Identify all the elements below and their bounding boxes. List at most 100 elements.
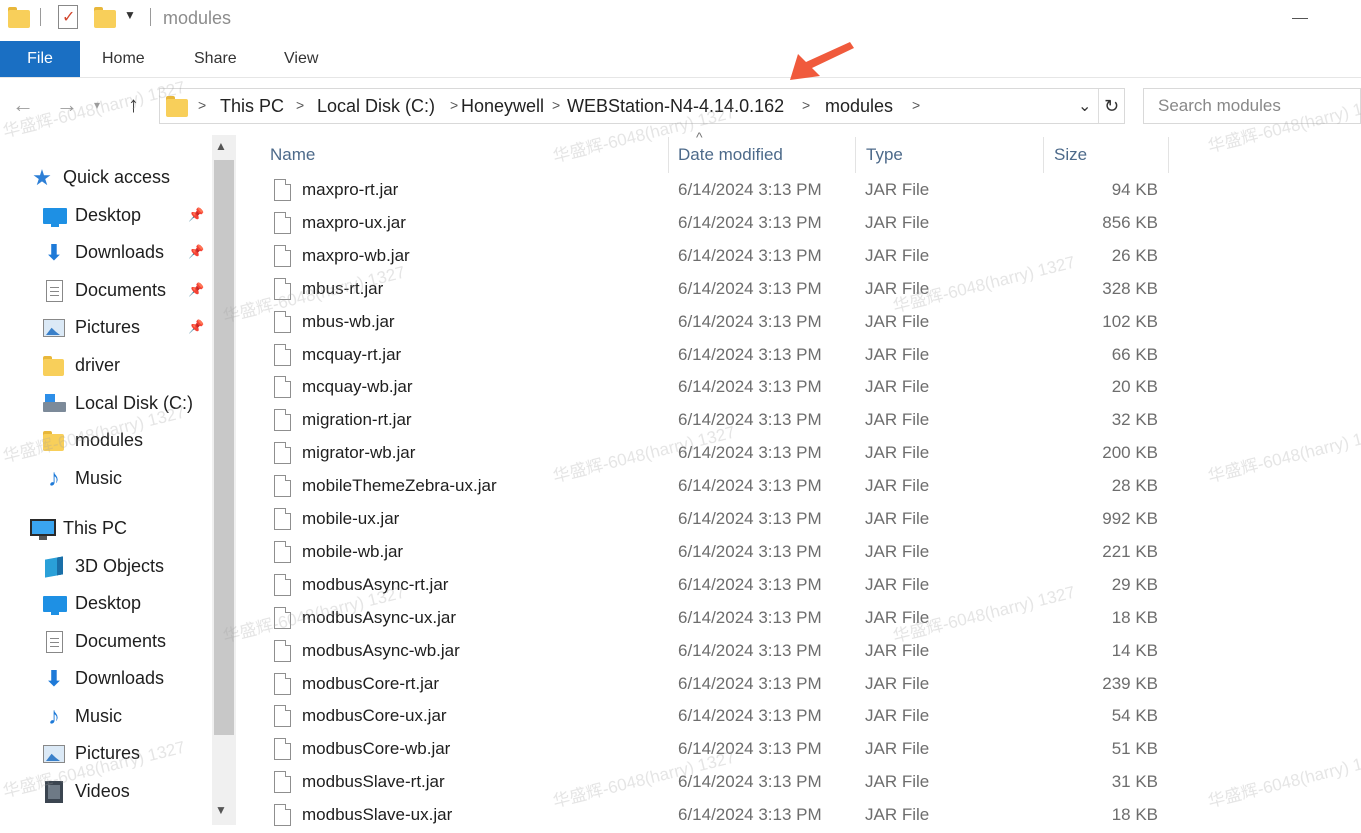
up-icon[interactable]: ↑ (128, 92, 139, 118)
file-row[interactable]: mobile-wb.jar 6/14/2024 3:13 PM JAR File 22… (240, 536, 1180, 569)
file-row[interactable]: modbusAsync-ux.jar 6/14/2024 3:13 PM JAR F… (240, 602, 1180, 635)
file-row[interactable]: mbus-wb.jar 6/14/2024 3:13 PM JAR File 102 … (240, 306, 1180, 339)
file-row[interactable]: mobileThemeZebra-ux.jar 6/14/2024 3:13 PM… (240, 470, 1180, 503)
watermark: 华盛辉-6048(harry) 1327 (1205, 747, 1361, 812)
file-row[interactable]: modbusSlave-ux.jar 6/14/2024 3:13 PM JAR F… (240, 799, 1180, 832)
quick-access-dropdown-icon[interactable]: ▼ (124, 8, 136, 22)
nav-scrollbar-thumb[interactable] (214, 160, 234, 735)
breadcrumb-honeywell[interactable]: Honeywell (461, 96, 544, 117)
file-row[interactable]: mobile-ux.jar 6/14/2024 3:13 PM JAR File 99… (240, 503, 1180, 536)
minimize-button[interactable] (1292, 18, 1308, 19)
file-row[interactable]: modbusCore-rt.jar 6/14/2024 3:13 PM JAR Fi… (240, 668, 1180, 701)
address-dropdown-icon[interactable]: ⌄ (1078, 96, 1091, 116)
back-icon[interactable]: ← (12, 92, 34, 118)
file-row[interactable]: modbusAsync-rt.jar 6/14/2024 3:13 PM JAR F… (240, 569, 1180, 602)
column-size[interactable]: Size (1054, 145, 1087, 165)
file-size: 102 KB (1102, 311, 1158, 331)
file-size: 51 KB (1111, 739, 1158, 759)
tab-view[interactable]: View (284, 41, 318, 77)
file-date: 6/14/2024 3:13 PM (678, 607, 822, 627)
file-name: mcquay-rt.jar (302, 344, 402, 364)
nav-label: Music (75, 706, 123, 726)
file-icon (274, 310, 291, 333)
title-bar: ▼ modules (0, 0, 1361, 40)
file-date: 6/14/2024 3:13 PM (678, 640, 822, 660)
file-row[interactable]: migration-rt.jar 6/14/2024 3:13 PM JAR Fil… (240, 404, 1180, 437)
file-row[interactable]: mcquay-rt.jar 6/14/2024 3:13 PM JAR File 66… (240, 339, 1180, 372)
file-type: JAR File (865, 706, 930, 726)
folder-icon (42, 429, 66, 453)
file-row[interactable]: modbusCore-wb.jar 6/14/2024 3:13 PM JAR Fi… (240, 733, 1180, 766)
file-name: modbusAsync-wb.jar (302, 640, 460, 660)
scroll-down-icon[interactable]: ▼ (215, 803, 227, 817)
file-size: 18 KB (1111, 805, 1158, 825)
search-box[interactable] (1143, 88, 1361, 124)
tab-file[interactable]: File (0, 41, 80, 77)
file-size: 94 KB (1111, 180, 1158, 199)
file-row[interactable]: migrator-wb.jar 6/14/2024 3:13 PM JAR File… (240, 437, 1180, 470)
column-divider[interactable] (1168, 137, 1169, 173)
properties-icon[interactable] (58, 5, 78, 29)
forward-icon[interactable]: → (56, 92, 78, 118)
music-icon: ♪ (48, 465, 60, 492)
nav-this-pc[interactable]: This PC (30, 514, 240, 544)
file-size: 32 KB (1111, 410, 1158, 430)
file-size: 18 KB (1111, 607, 1158, 627)
column-divider[interactable] (1043, 137, 1044, 173)
file-icon (274, 277, 291, 300)
file-icon (274, 244, 291, 267)
file-name: maxpro-ux.jar (302, 212, 406, 232)
file-date: 6/14/2024 3:13 PM (678, 180, 822, 199)
folder-icon (166, 95, 188, 117)
file-row[interactable]: maxpro-ux.jar 6/14/2024 3:13 PM JAR File 85… (240, 207, 1180, 240)
file-size: 856 KB (1102, 212, 1158, 232)
file-icon (274, 475, 291, 498)
column-type[interactable]: Type (866, 145, 903, 165)
new-folder-icon[interactable] (94, 6, 116, 28)
recent-locations-icon[interactable]: ▾ (94, 98, 100, 112)
file-row[interactable]: maxpro-rt.jar 6/14/2024 3:13 PM JAR File 94… (240, 174, 1180, 207)
file-row[interactable]: modbusAsync-wb.jar 6/14/2024 3:13 PM JAR F… (240, 635, 1180, 668)
nav-quick-access[interactable]: ★ Quick access (30, 163, 240, 193)
breadcrumb-this-pc[interactable]: This PC (220, 96, 284, 117)
tab-home[interactable]: Home (102, 41, 145, 77)
file-date: 6/14/2024 3:13 PM (678, 739, 822, 759)
file-date: 6/14/2024 3:13 PM (678, 541, 822, 561)
file-row[interactable]: modbusSlave-rt.jar 6/14/2024 3:13 PM JAR F… (240, 766, 1180, 799)
file-date: 6/14/2024 3:13 PM (678, 410, 822, 430)
downloads-icon: ⬇ (44, 666, 64, 691)
file-row[interactable]: maxpro-wb.jar 6/14/2024 3:13 PM JAR File 26… (240, 240, 1180, 273)
breadcrumb-separator: > (552, 97, 561, 113)
file-type: JAR File (865, 640, 930, 660)
local-disk-icon (42, 392, 66, 416)
column-divider[interactable] (855, 137, 856, 173)
column-divider[interactable] (668, 137, 669, 173)
file-icon (274, 211, 291, 234)
nav-label: Videos (75, 781, 130, 801)
file-size: 992 KB (1102, 509, 1158, 528)
file-date: 6/14/2024 3:13 PM (678, 443, 822, 463)
breadcrumb-webstation[interactable]: WEBStation-N4-4.14.0.162 (567, 96, 784, 117)
column-name[interactable]: Name (270, 145, 315, 165)
scroll-up-icon[interactable]: ▲ (215, 139, 227, 153)
folder-icon[interactable] (8, 6, 30, 28)
nav-label: modules (75, 430, 144, 450)
downloads-icon: ⬇ (44, 240, 64, 265)
breadcrumb-local-disk[interactable]: Local Disk (C:) (317, 96, 435, 117)
breadcrumb-modules[interactable]: modules (825, 96, 893, 117)
file-name: modbusSlave-rt.jar (302, 772, 445, 792)
column-date-modified[interactable]: Date modified (678, 145, 783, 165)
search-input[interactable] (1144, 89, 1360, 123)
file-type: JAR File (865, 805, 930, 825)
refresh-icon[interactable]: ↻ (1098, 89, 1124, 123)
file-row[interactable]: modbusCore-ux.jar 6/14/2024 3:13 PM JAR Fi… (240, 700, 1180, 733)
nav-label: Quick access (63, 167, 171, 187)
file-size: 26 KB (1111, 245, 1158, 265)
file-row[interactable]: mbus-rt.jar 6/14/2024 3:13 PM JAR File 328 … (240, 273, 1180, 306)
nav-label: Music (75, 468, 123, 488)
tab-share[interactable]: Share (194, 41, 237, 77)
file-size: 221 KB (1102, 541, 1158, 561)
address-bar[interactable]: > This PC > Local Disk (C:) > Honeywell … (159, 88, 1125, 124)
file-row[interactable]: mcquay-wb.jar 6/14/2024 3:13 PM JAR File 20… (240, 371, 1180, 404)
file-name: modbusAsync-ux.jar (302, 607, 457, 627)
